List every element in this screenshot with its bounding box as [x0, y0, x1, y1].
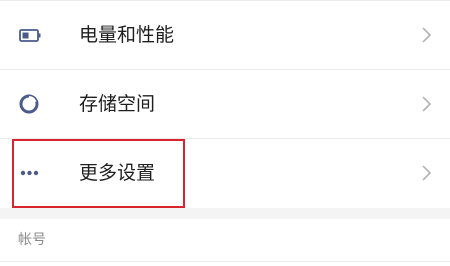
settings-screen: 电量和性能 存储空间 更多设置 帐号 [0, 0, 450, 266]
settings-item-label: 更多设置 [79, 162, 156, 184]
section-separator [0, 208, 450, 219]
section-header-account: 帐号 [18, 232, 46, 248]
chevron-right-icon [420, 25, 432, 45]
chevron-right-icon [420, 94, 432, 114]
battery-icon [18, 25, 42, 45]
more-dots-icon [18, 163, 42, 183]
settings-item-label: 电量和性能 [79, 24, 175, 46]
storage-pie-icon [18, 94, 42, 114]
settings-item-more[interactable]: 更多设置 [0, 139, 450, 207]
settings-item-storage[interactable]: 存储空间 [0, 70, 450, 138]
divider [0, 261, 450, 262]
settings-item-battery[interactable]: 电量和性能 [0, 1, 450, 69]
chevron-right-icon [420, 163, 432, 183]
settings-item-label: 存储空间 [79, 93, 156, 115]
